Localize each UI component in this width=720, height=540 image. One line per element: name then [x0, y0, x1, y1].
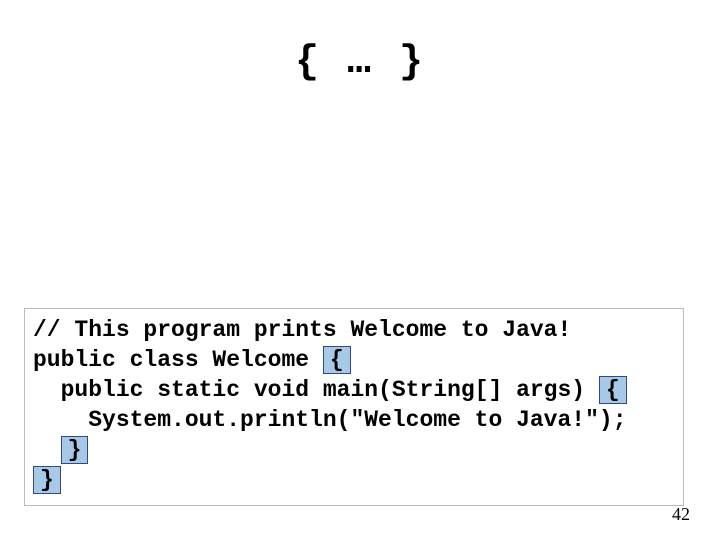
code-text: public class Welcome [33, 347, 323, 373]
close-brace-highlight: } [33, 466, 61, 494]
code-line-6: } [33, 465, 675, 495]
page-number: 42 [672, 504, 690, 525]
code-text: public static void main(String[] args) [33, 377, 599, 403]
code-indent [33, 437, 61, 463]
code-line-2: public class Welcome { [33, 345, 675, 375]
slide: { … } // This program prints Welcome to … [0, 0, 720, 540]
code-line-3: public static void main(String[] args) { [33, 375, 675, 405]
code-line-5: } [33, 435, 675, 465]
slide-title: { … } [0, 40, 720, 85]
open-brace-highlight: { [323, 346, 351, 374]
close-brace-highlight: } [61, 436, 89, 464]
code-line-4: System.out.println("Welcome to Java!"); [33, 405, 675, 435]
open-brace-highlight: { [599, 376, 627, 404]
code-block: // This program prints Welcome to Java! … [24, 308, 684, 506]
code-line-1: // This program prints Welcome to Java! [33, 315, 675, 345]
